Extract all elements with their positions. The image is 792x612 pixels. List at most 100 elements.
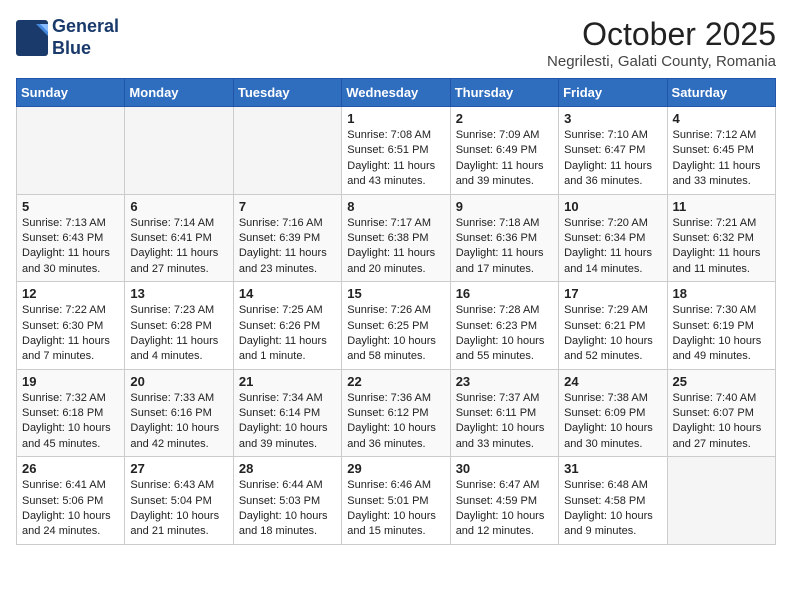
logo-text-general: General — [52, 16, 119, 38]
calendar-cell: 25 Sunrise: 7:40 AM Sunset: 6:07 PM Dayli… — [667, 369, 775, 457]
day-number: 30 — [456, 461, 553, 476]
day-number: 29 — [347, 461, 444, 476]
day-number: 4 — [673, 111, 770, 126]
day-number: 2 — [456, 111, 553, 126]
day-number: 26 — [22, 461, 119, 476]
calendar-cell: 6Sunrise: 7:14 AM Sunset: 6:41 PM Daylig… — [125, 194, 233, 282]
day-number: 11 — [673, 199, 770, 214]
col-header-saturday: Saturday — [667, 79, 775, 107]
calendar-cell: 26 Sunrise: 6:41 AM Sunset: 5:06 PM Dayli… — [17, 457, 125, 545]
calendar-week-row: 12Sunrise: 7:22 AM Sunset: 6:30 PM Dayli… — [17, 282, 776, 370]
calendar-cell: 11 Sunrise: 7:21 AM Sunset: 6:32 PM Dayli… — [667, 194, 775, 282]
calendar-cell — [233, 107, 341, 195]
day-number: 13 — [130, 286, 227, 301]
day-number: 22 — [347, 374, 444, 389]
logo-text-blue: Blue — [52, 38, 119, 60]
calendar-week-row: 5Sunrise: 7:13 AM Sunset: 6:43 PM Daylig… — [17, 194, 776, 282]
col-header-tuesday: Tuesday — [233, 79, 341, 107]
day-info: Sunrise: 6:41 AM Sunset: 5:06 PM Dayligh… — [22, 478, 119, 540]
day-info: Sunrise: 7:36 AM Sunset: 6:12 PM Dayligh… — [347, 391, 444, 453]
calendar-cell: 27 Sunrise: 6:43 AM Sunset: 5:04 PM Dayli… — [125, 457, 233, 545]
calendar-cell: 20 Sunrise: 7:33 AM Sunset: 6:16 PM Dayli… — [125, 369, 233, 457]
day-number: 28 — [239, 461, 336, 476]
page-header: General Blue October 2025 Negrilesti, Ga… — [16, 16, 776, 70]
day-info: Sunrise: 7:40 AM Sunset: 6:07 PM Dayligh… — [673, 391, 770, 453]
calendar-cell: 23 Sunrise: 7:37 AM Sunset: 6:11 PM Dayli… — [450, 369, 558, 457]
calendar-cell: 5Sunrise: 7:13 AM Sunset: 6:43 PM Daylig… — [17, 194, 125, 282]
day-number: 17 — [564, 286, 661, 301]
day-info: Sunrise: 7:28 AM Sunset: 6:23 PM Dayligh… — [456, 303, 553, 365]
day-info: Sunrise: 6:44 AM Sunset: 5:03 PM Dayligh… — [239, 478, 336, 540]
day-number: 21 — [239, 374, 336, 389]
day-number: 9 — [456, 199, 553, 214]
day-info: Sunrise: 7:37 AM Sunset: 6:11 PM Dayligh… — [456, 391, 553, 453]
day-info: Sunrise: 7:13 AM Sunset: 6:43 PM Dayligh… — [22, 216, 119, 278]
calendar-cell — [667, 457, 775, 545]
calendar-cell — [17, 107, 125, 195]
calendar-week-row: 19Sunrise: 7:32 AM Sunset: 6:18 PM Dayli… — [17, 369, 776, 457]
day-info: Sunrise: 7:12 AM Sunset: 6:45 PM Dayligh… — [673, 128, 770, 190]
day-number: 14 — [239, 286, 336, 301]
calendar-cell: 15 Sunrise: 7:26 AM Sunset: 6:25 PM Dayli… — [342, 282, 450, 370]
day-info: Sunrise: 7:08 AM Sunset: 6:51 PM Dayligh… — [347, 128, 444, 190]
calendar-cell: 1 Sunrise: 7:08 AM Sunset: 6:51 PM Daylig… — [342, 107, 450, 195]
day-info: Sunrise: 7:32 AM Sunset: 6:18 PM Dayligh… — [22, 391, 119, 453]
location-text: Negrilesti, Galati County, Romania — [547, 53, 776, 70]
calendar-cell: 4 Sunrise: 7:12 AM Sunset: 6:45 PM Daylig… — [667, 107, 775, 195]
calendar-cell: 9Sunrise: 7:18 AM Sunset: 6:36 PM Daylig… — [450, 194, 558, 282]
calendar-cell: 7Sunrise: 7:16 AM Sunset: 6:39 PM Daylig… — [233, 194, 341, 282]
calendar-cell — [125, 107, 233, 195]
month-title: October 2025 — [547, 16, 776, 53]
day-number: 6 — [130, 199, 227, 214]
day-info: Sunrise: 7:21 AM Sunset: 6:32 PM Dayligh… — [673, 216, 770, 278]
calendar-week-row: 26 Sunrise: 6:41 AM Sunset: 5:06 PM Dayli… — [17, 457, 776, 545]
day-info: Sunrise: 6:47 AM Sunset: 4:59 PM Dayligh… — [456, 478, 553, 540]
calendar-cell: 18 Sunrise: 7:30 AM Sunset: 6:19 PM Dayli… — [667, 282, 775, 370]
day-info: Sunrise: 6:48 AM Sunset: 4:58 PM Dayligh… — [564, 478, 661, 540]
day-info: Sunrise: 6:43 AM Sunset: 5:04 PM Dayligh… — [130, 478, 227, 540]
day-info: Sunrise: 6:46 AM Sunset: 5:01 PM Dayligh… — [347, 478, 444, 540]
day-number: 27 — [130, 461, 227, 476]
calendar-cell: 10Sunrise: 7:20 AM Sunset: 6:34 PM Dayli… — [559, 194, 667, 282]
day-number: 18 — [673, 286, 770, 301]
col-header-wednesday: Wednesday — [342, 79, 450, 107]
day-info: Sunrise: 7:09 AM Sunset: 6:49 PM Dayligh… — [456, 128, 553, 190]
day-number: 25 — [673, 374, 770, 389]
calendar-cell: 16Sunrise: 7:28 AM Sunset: 6:23 PM Dayli… — [450, 282, 558, 370]
calendar-cell: 12Sunrise: 7:22 AM Sunset: 6:30 PM Dayli… — [17, 282, 125, 370]
calendar-cell: 28 Sunrise: 6:44 AM Sunset: 5:03 PM Dayli… — [233, 457, 341, 545]
day-info: Sunrise: 7:17 AM Sunset: 6:38 PM Dayligh… — [347, 216, 444, 278]
calendar-cell: 29 Sunrise: 6:46 AM Sunset: 5:01 PM Dayli… — [342, 457, 450, 545]
logo: General Blue — [16, 16, 119, 59]
calendar-cell: 30 Sunrise: 6:47 AM Sunset: 4:59 PM Dayli… — [450, 457, 558, 545]
day-info: Sunrise: 7:26 AM Sunset: 6:25 PM Dayligh… — [347, 303, 444, 365]
day-number: 1 — [347, 111, 444, 126]
calendar-cell: 17Sunrise: 7:29 AM Sunset: 6:21 PM Dayli… — [559, 282, 667, 370]
col-header-sunday: Sunday — [17, 79, 125, 107]
calendar-cell: 2 Sunrise: 7:09 AM Sunset: 6:49 PM Daylig… — [450, 107, 558, 195]
col-header-monday: Monday — [125, 79, 233, 107]
day-number: 8 — [347, 199, 444, 214]
day-info: Sunrise: 7:10 AM Sunset: 6:47 PM Dayligh… — [564, 128, 661, 190]
calendar-table: SundayMondayTuesdayWednesdayThursdayFrid… — [16, 78, 776, 545]
day-number: 3 — [564, 111, 661, 126]
calendar-cell: 24Sunrise: 7:38 AM Sunset: 6:09 PM Dayli… — [559, 369, 667, 457]
day-info: Sunrise: 7:23 AM Sunset: 6:28 PM Dayligh… — [130, 303, 227, 365]
calendar-header-row: SundayMondayTuesdayWednesdayThursdayFrid… — [17, 79, 776, 107]
day-number: 15 — [347, 286, 444, 301]
day-info: Sunrise: 7:22 AM Sunset: 6:30 PM Dayligh… — [22, 303, 119, 365]
calendar-cell: 14Sunrise: 7:25 AM Sunset: 6:26 PM Dayli… — [233, 282, 341, 370]
col-header-thursday: Thursday — [450, 79, 558, 107]
day-info: Sunrise: 7:30 AM Sunset: 6:19 PM Dayligh… — [673, 303, 770, 365]
calendar-cell: 22 Sunrise: 7:36 AM Sunset: 6:12 PM Dayli… — [342, 369, 450, 457]
day-info: Sunrise: 7:34 AM Sunset: 6:14 PM Dayligh… — [239, 391, 336, 453]
day-number: 31 — [564, 461, 661, 476]
day-info: Sunrise: 7:38 AM Sunset: 6:09 PM Dayligh… — [564, 391, 661, 453]
day-info: Sunrise: 7:16 AM Sunset: 6:39 PM Dayligh… — [239, 216, 336, 278]
day-info: Sunrise: 7:20 AM Sunset: 6:34 PM Dayligh… — [564, 216, 661, 278]
day-number: 23 — [456, 374, 553, 389]
logo-icon — [16, 20, 48, 56]
day-number: 20 — [130, 374, 227, 389]
calendar-cell: 13 Sunrise: 7:23 AM Sunset: 6:28 PM Dayli… — [125, 282, 233, 370]
day-info: Sunrise: 7:33 AM Sunset: 6:16 PM Dayligh… — [130, 391, 227, 453]
